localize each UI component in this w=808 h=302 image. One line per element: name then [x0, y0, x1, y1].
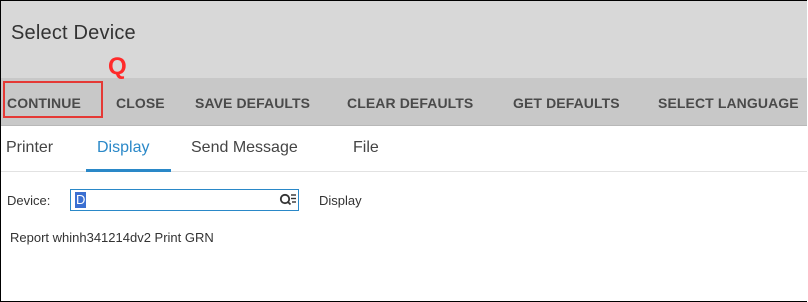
save-defaults-button[interactable]: SAVE DEFAULTS [195, 95, 310, 111]
select-device-window: Select Device CONTINUE CLOSE SAVE DEFAUL… [0, 0, 807, 302]
tab-printer[interactable]: Printer [6, 139, 53, 157]
close-button[interactable]: CLOSE [116, 95, 165, 111]
active-tab-indicator [86, 169, 171, 172]
tab-send-message[interactable]: Send Message [191, 139, 298, 157]
tab-bar: Printer Display Send Message File [1, 126, 807, 172]
clear-defaults-button[interactable]: CLEAR DEFAULTS [347, 95, 473, 111]
action-toolbar: CONTINUE CLOSE SAVE DEFAULTS CLEAR DEFAU… [1, 78, 807, 126]
device-input[interactable]: D [70, 189, 299, 211]
tab-display[interactable]: Display [97, 139, 149, 157]
device-label: Device: [7, 193, 51, 208]
get-defaults-button[interactable]: GET DEFAULTS [513, 95, 620, 111]
tab-file[interactable]: File [353, 139, 379, 157]
hotkey-hint-label: Q [108, 53, 127, 80]
continue-highlight-box [3, 81, 103, 118]
window-title: Select Device [11, 22, 136, 44]
report-info-text: Report whinh341214dv2 Print GRN [10, 230, 214, 245]
device-input-value: D [75, 192, 87, 208]
select-language-button[interactable]: SELECT LANGUAGE [658, 95, 799, 111]
device-description: Display [319, 193, 362, 208]
search-list-icon[interactable] [278, 190, 298, 210]
